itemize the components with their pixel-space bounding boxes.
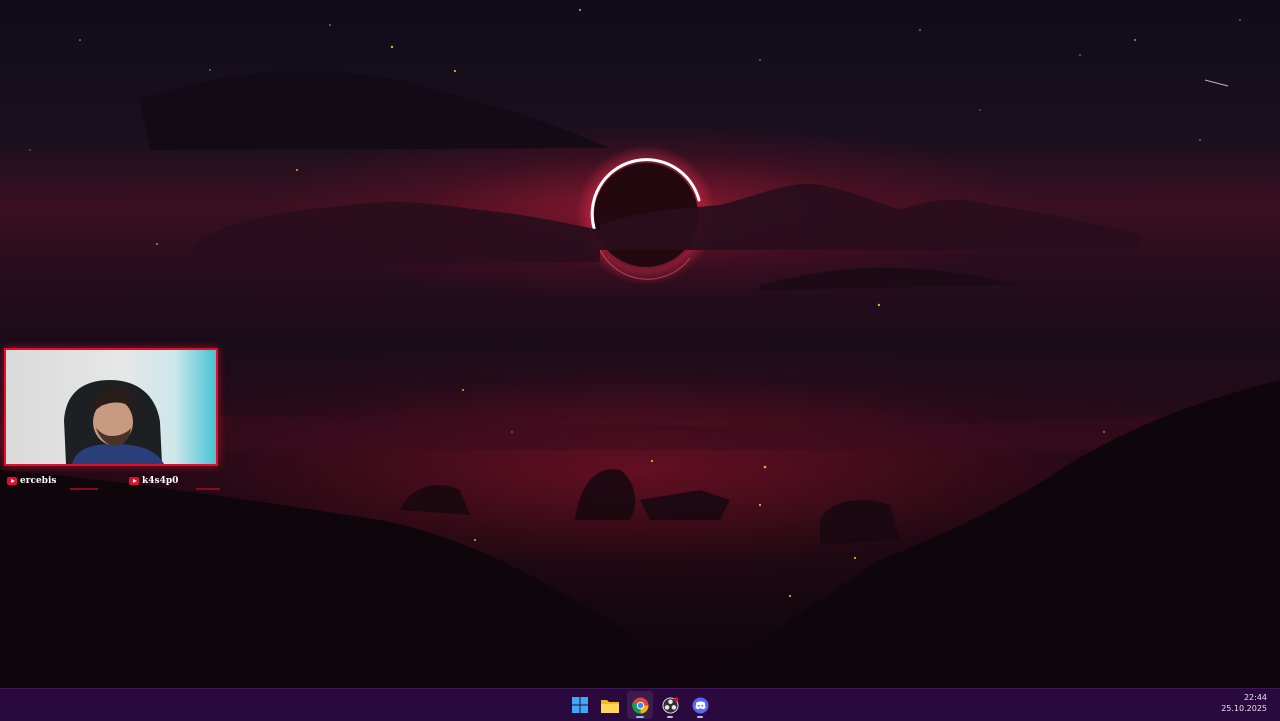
- taskbar: [0, 688, 1280, 721]
- taskbar-apps: [567, 689, 713, 721]
- discord-button[interactable]: [687, 691, 713, 719]
- obs-button[interactable]: [657, 691, 683, 719]
- chrome-icon: [631, 696, 649, 714]
- overlay-accent-line: [196, 488, 220, 490]
- youtube-icon: [7, 477, 17, 485]
- webcam-overlay: [4, 348, 218, 466]
- wallpaper-art: [0, 9, 1280, 688]
- discord-icon: [691, 696, 709, 714]
- social-handle: k4s4p0: [142, 476, 179, 486]
- desktop-wallpaper: [0, 0, 1280, 688]
- social-youtube-2: k4s4p0: [129, 473, 178, 489]
- start-button[interactable]: [567, 691, 593, 719]
- social-handle: ercebis: [20, 476, 57, 486]
- overlay-accent-line: [70, 488, 98, 490]
- clock-time: 22:44: [1243, 693, 1267, 702]
- webcam-feed: [64, 380, 164, 464]
- chrome-button[interactable]: [627, 691, 653, 719]
- windows-start-icon: [572, 697, 588, 713]
- obs-icon: [661, 696, 679, 714]
- system-clock[interactable]: 22:44 25.10.2025: [1221, 692, 1267, 714]
- folder-icon: [601, 699, 619, 713]
- youtube-icon: [129, 477, 139, 485]
- social-youtube-1: ercebis: [7, 473, 56, 489]
- clock-date: 25.10.2025: [1221, 704, 1267, 713]
- file-explorer-button[interactable]: [597, 691, 623, 719]
